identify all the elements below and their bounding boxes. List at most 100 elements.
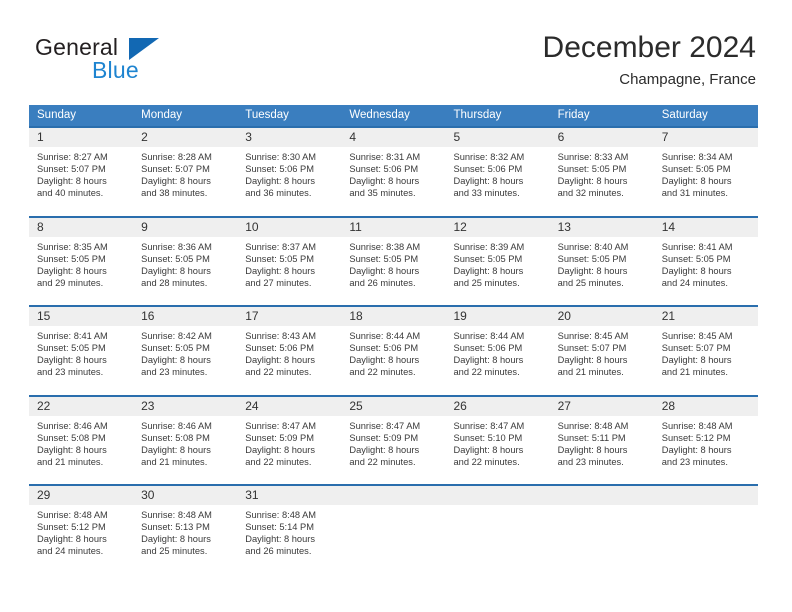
day-cell[interactable]: 22 Sunrise: 8:46 AM Sunset: 5:08 PM Dayligh…	[29, 394, 134, 484]
daylight-text-line2: and 27 minutes.	[245, 277, 312, 288]
day-number-band: 5	[445, 128, 550, 147]
day-cell-body: Sunrise: 8:45 AM Sunset: 5:07 PM Daylight:…	[654, 326, 758, 378]
daylight-text-line1: Daylight: 8 hours	[453, 355, 524, 366]
day-number-band: 7	[653, 128, 758, 147]
daylight-text-line1: Daylight: 8 hours	[37, 444, 107, 455]
day-number: 8	[37, 219, 44, 234]
daylight-text-line1: Daylight: 8 hours	[141, 444, 211, 455]
day-number-band: 19	[445, 307, 550, 326]
day-number: 28	[661, 398, 676, 413]
day-number-band: 13	[549, 217, 654, 237]
day-cell-body	[446, 505, 550, 509]
day-cell[interactable]: 18 Sunrise: 8:44 AM Sunset: 5:06 PM Dayligh…	[341, 305, 446, 395]
day-number-band	[341, 486, 446, 505]
day-cell[interactable]: 20 Sunrise: 8:45 AM Sunset: 5:07 PM Dayligh…	[549, 305, 654, 395]
day-cell[interactable]: 15 Sunrise: 8:41 AM Sunset: 5:05 PM Dayligh…	[29, 305, 134, 395]
sunrise-text: Sunrise: 8:47 AM	[245, 420, 317, 431]
day-cell[interactable]: 16 Sunrise: 8:42 AM Sunset: 5:05 PM Dayligh…	[133, 305, 238, 395]
day-cell-body: Sunrise: 8:37 AM Sunset: 5:05 PM Daylight:…	[237, 237, 341, 289]
day-cell[interactable]: 13 Sunrise: 8:40 AM Sunset: 5:05 PM Dayligh…	[549, 215, 654, 305]
day-number: 16	[141, 309, 155, 323]
day-cell[interactable]: 8 Sunrise: 8:35 AM Sunset: 5:05 PM Daylight…	[29, 215, 134, 305]
day-cell[interactable]: 10 Sunrise: 8:37 AM Sunset: 5:05 PM Dayligh…	[237, 215, 342, 305]
week-row: 29 Sunrise: 8:48 AM Sunset: 5:12 PM Dayligh…	[29, 484, 758, 574]
day-number-band: 15	[29, 307, 134, 326]
day-number-band: 23	[133, 396, 238, 416]
day-cell-body	[654, 505, 758, 509]
day-number-band: 1	[29, 128, 134, 147]
sunset-text: Sunset: 5:08 PM	[37, 432, 106, 443]
week-row: 1 Sunrise: 8:27 AM Sunset: 5:07 PM Daylight…	[29, 126, 758, 216]
sunrise-text: Sunrise: 8:44 AM	[349, 331, 421, 341]
daylight-text-line1: Daylight: 8 hours	[557, 176, 628, 187]
day-cell[interactable]: 24 Sunrise: 8:47 AM Sunset: 5:09 PM Dayligh…	[237, 394, 342, 484]
daylight-text-line1: Daylight: 8 hours	[37, 176, 107, 187]
day-cell-body	[341, 505, 445, 509]
daylight-text-line1: Daylight: 8 hours	[557, 355, 628, 366]
day-cell-body: Sunrise: 8:48 AM Sunset: 5:12 PM Daylight:…	[29, 505, 133, 557]
day-number-band: 17	[237, 307, 342, 326]
week-row: 8 Sunrise: 8:35 AM Sunset: 5:05 PM Daylight…	[29, 215, 758, 305]
daylight-text-line1: Daylight: 8 hours	[453, 176, 524, 187]
day-cell[interactable]: 21 Sunrise: 8:45 AM Sunset: 5:07 PM Dayligh…	[653, 305, 758, 395]
day-cell[interactable]: 27 Sunrise: 8:48 AM Sunset: 5:11 PM Dayligh…	[549, 394, 654, 484]
sunrise-text: Sunrise: 8:32 AM	[453, 152, 525, 162]
sunrise-text: Sunrise: 8:44 AM	[453, 331, 525, 341]
day-cell[interactable]: 28 Sunrise: 8:48 AM Sunset: 5:12 PM Dayligh…	[653, 394, 758, 484]
day-cell[interactable]: 14 Sunrise: 8:41 AM Sunset: 5:05 PM Dayligh…	[653, 215, 758, 305]
daylight-text-line1: Daylight: 8 hours	[557, 444, 628, 455]
sunset-text: Sunset: 5:09 PM	[245, 432, 314, 443]
day-number: 25	[349, 398, 363, 413]
day-cell[interactable]: 6 Sunrise: 8:33 AM Sunset: 5:05 PM Daylight…	[549, 126, 654, 216]
sunset-text: Sunset: 5:13 PM	[141, 522, 210, 533]
day-number: 23	[141, 398, 155, 413]
sunrise-text: Sunrise: 8:46 AM	[37, 420, 108, 431]
day-cell[interactable]: 4 Sunrise: 8:31 AM Sunset: 5:06 PM Daylight…	[341, 126, 446, 216]
day-cell[interactable]: 2 Sunrise: 8:28 AM Sunset: 5:07 PM Daylight…	[133, 126, 238, 216]
sunset-text: Sunset: 5:10 PM	[453, 432, 523, 443]
sunset-text: Sunset: 5:05 PM	[661, 164, 731, 175]
day-number: 29	[37, 488, 51, 502]
day-cell[interactable]: 7 Sunrise: 8:34 AM Sunset: 5:05 PM Daylight…	[653, 126, 758, 216]
day-cell[interactable]: 3 Sunrise: 8:30 AM Sunset: 5:06 PM Daylight…	[237, 126, 342, 216]
daylight-text-line2: and 40 minutes.	[37, 188, 104, 199]
sunset-text: Sunset: 5:05 PM	[37, 253, 106, 264]
day-cell-body: Sunrise: 8:35 AM Sunset: 5:05 PM Daylight:…	[29, 237, 133, 289]
day-cell[interactable]: 29 Sunrise: 8:48 AM Sunset: 5:12 PM Dayligh…	[29, 484, 134, 574]
sunrise-text: Sunrise: 8:47 AM	[453, 420, 525, 431]
day-cell[interactable]: 30 Sunrise: 8:48 AM Sunset: 5:13 PM Dayligh…	[133, 484, 238, 574]
daylight-text-line2: and 33 minutes.	[453, 188, 520, 199]
day-cell[interactable]: 17 Sunrise: 8:43 AM Sunset: 5:06 PM Dayligh…	[237, 305, 342, 395]
day-number: 11	[349, 219, 362, 234]
day-number: 14	[661, 219, 676, 234]
day-cell[interactable]: 19 Sunrise: 8:44 AM Sunset: 5:06 PM Dayligh…	[445, 305, 550, 395]
sunset-text: Sunset: 5:06 PM	[349, 164, 419, 175]
day-cell[interactable]: 26 Sunrise: 8:47 AM Sunset: 5:10 PM Dayligh…	[445, 394, 550, 484]
day-cell[interactable]: 25 Sunrise: 8:47 AM Sunset: 5:09 PM Dayligh…	[341, 394, 446, 484]
day-number-band: 26	[445, 396, 550, 416]
sunrise-text: Sunrise: 8:33 AM	[557, 152, 629, 162]
day-cell[interactable]: 1 Sunrise: 8:27 AM Sunset: 5:07 PM Daylight…	[29, 126, 134, 216]
day-cell[interactable]: 11 Sunrise: 8:38 AM Sunset: 5:05 PM Dayligh…	[341, 215, 446, 305]
day-cell[interactable]: 23 Sunrise: 8:46 AM Sunset: 5:08 PM Dayligh…	[133, 394, 238, 484]
general-blue-logo: General Blue	[35, 36, 225, 88]
sunset-text: Sunset: 5:08 PM	[141, 432, 210, 443]
day-cell-body: Sunrise: 8:36 AM Sunset: 5:05 PM Daylight:…	[133, 237, 237, 289]
day-cell[interactable]: 5 Sunrise: 8:32 AM Sunset: 5:06 PM Daylight…	[445, 126, 550, 216]
page-header: General Blue December 2024 Champagne, Fr…	[0, 0, 792, 96]
day-cell-empty	[549, 484, 654, 574]
page-subtitle: Champagne, France	[619, 71, 756, 88]
week-row: 15 Sunrise: 8:41 AM Sunset: 5:05 PM Dayligh…	[29, 305, 758, 395]
day-cell[interactable]: 31 Sunrise: 8:48 AM Sunset: 5:14 PM Dayligh…	[237, 484, 342, 574]
day-number-band: 20	[549, 307, 654, 326]
day-cell[interactable]: 12 Sunrise: 8:39 AM Sunset: 5:05 PM Dayligh…	[445, 215, 550, 305]
day-number-band: 22	[29, 396, 134, 416]
sunrise-text: Sunrise: 8:31 AM	[349, 152, 421, 162]
day-number: 19	[453, 309, 467, 323]
day-number-band: 3	[237, 128, 342, 147]
daylight-text-line2: and 32 minutes.	[557, 188, 624, 199]
weekday-header-row: Sunday Monday Tuesday Wednesday Thursday Frid…	[29, 105, 758, 126]
day-cell[interactable]: 9 Sunrise: 8:36 AM Sunset: 5:05 PM Daylight…	[133, 215, 238, 305]
daylight-text-line2: and 38 minutes.	[141, 188, 208, 199]
sunset-text: Sunset: 5:06 PM	[453, 343, 523, 354]
